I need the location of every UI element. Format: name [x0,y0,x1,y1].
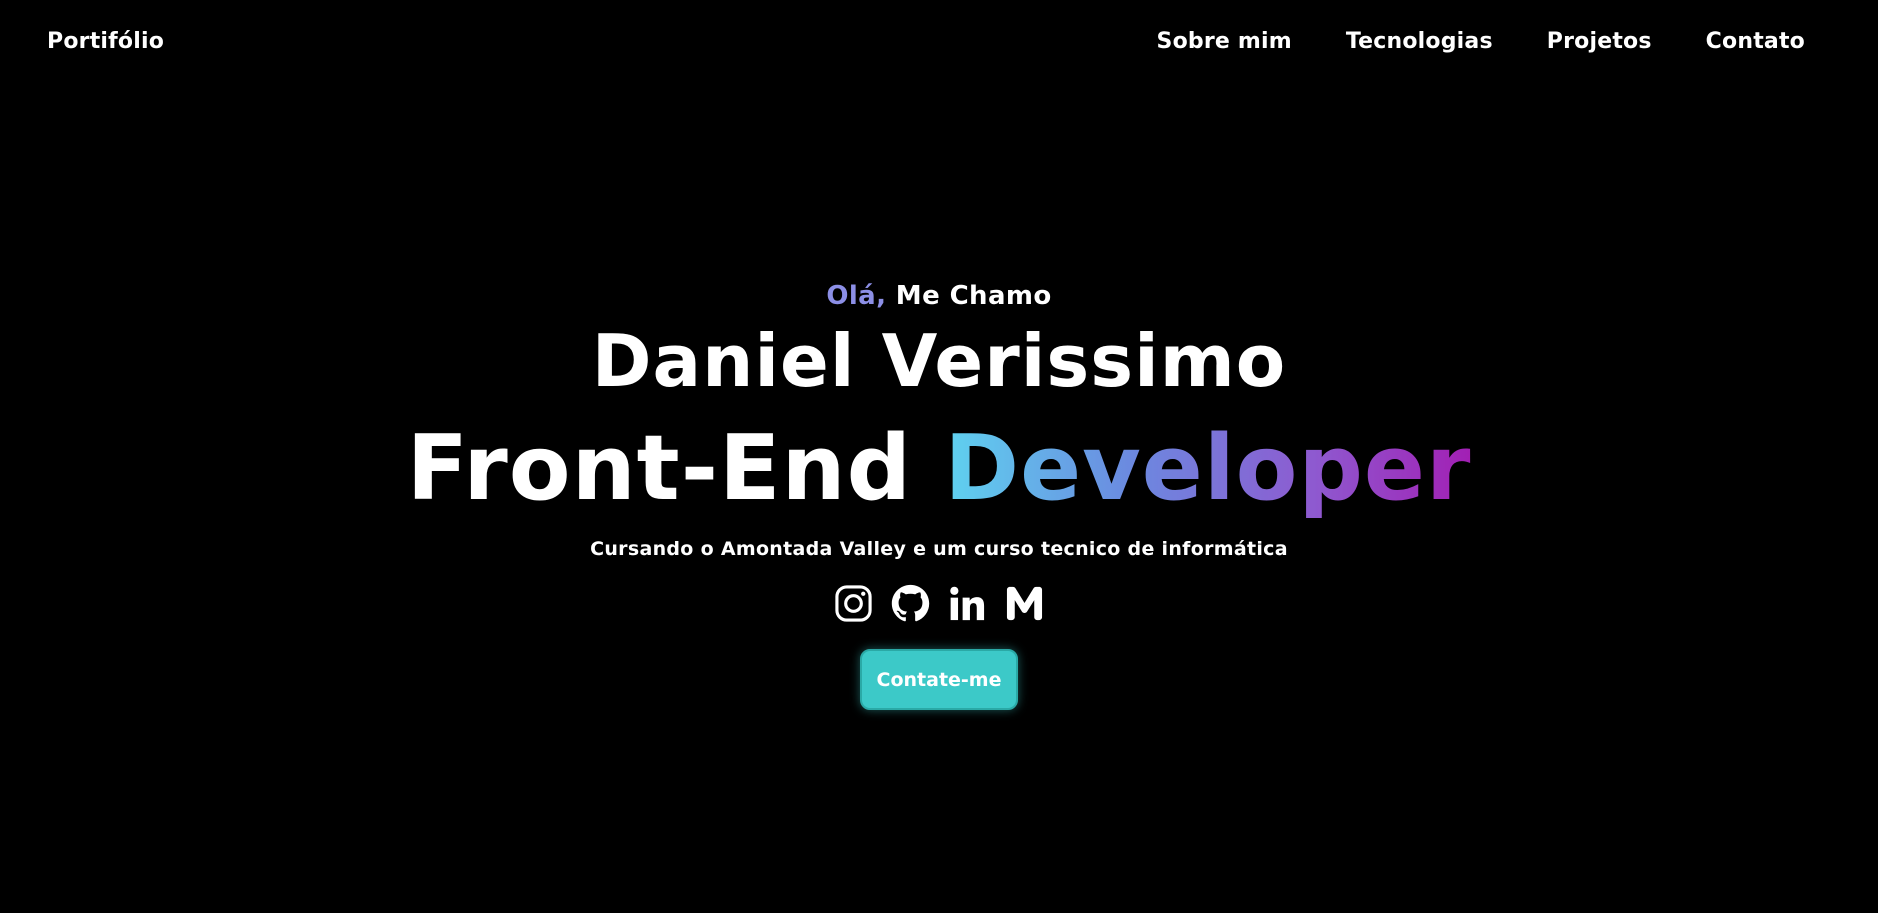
linkedin-icon [950,586,985,621]
greeting-intro: Me Chamo [886,281,1052,311]
role-main-text: Front-End [406,416,945,521]
page: Portifólio Sobre mim Tecnologias Projeto… [0,0,1878,913]
navbar: Portifólio Sobre mim Tecnologias Projeto… [0,0,1878,82]
hero-role: Front-End Developer [407,414,1472,524]
hero-subtitle: Cursando o Amontada Valley e um curso te… [590,538,1288,560]
github-icon [891,584,930,622]
brand-link[interactable]: Portifólio [47,29,164,54]
github-link[interactable] [891,584,930,623]
medium-link[interactable] [1005,584,1044,623]
instagram-link[interactable] [834,584,873,623]
nav-link-projetos[interactable]: Projetos [1547,29,1652,54]
greeting-hello: Olá, [826,281,887,311]
greeting: Olá, Me Chamo [826,280,1051,312]
role-accent-text: Developer [944,416,1472,521]
nav-links: Sobre mim Tecnologias Projetos Contato [1157,29,1805,54]
instagram-icon [835,585,872,622]
linkedin-link[interactable] [948,584,987,623]
nav-link-tecnologias[interactable]: Tecnologias [1346,29,1493,54]
medium-icon [1006,586,1043,621]
hero-section: Olá, Me Chamo Daniel Verissimo Front-End… [0,280,1878,710]
social-links [834,584,1044,623]
hero-name: Daniel Verissimo [591,319,1287,403]
contact-me-button[interactable]: Contate-me [860,649,1018,710]
nav-link-sobre-mim[interactable]: Sobre mim [1157,29,1292,54]
nav-link-contato[interactable]: Contato [1706,29,1805,54]
